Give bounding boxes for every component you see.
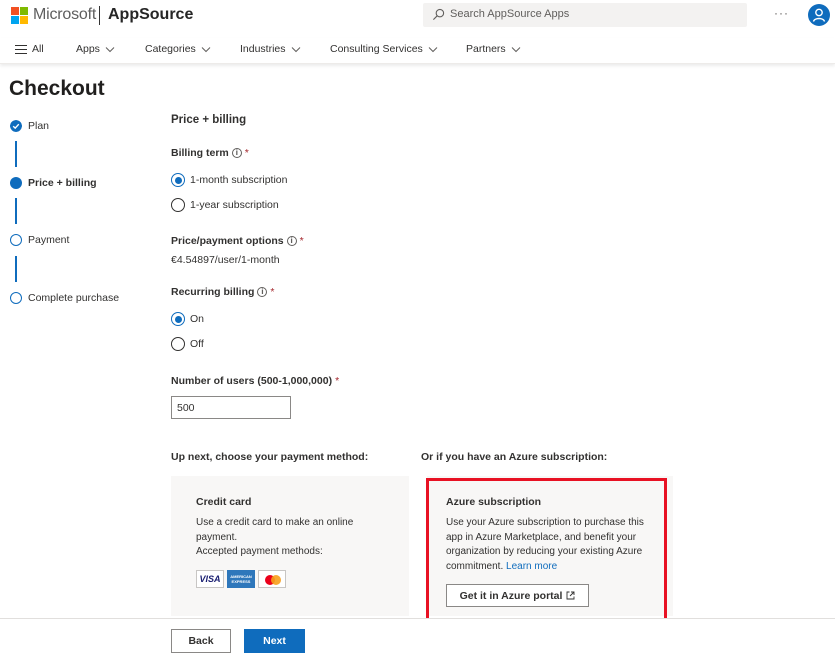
radio-unselected-icon[interactable] — [171, 198, 185, 212]
step-connector — [15, 256, 17, 282]
current-step-icon — [10, 177, 22, 189]
number-of-users-input[interactable] — [171, 396, 291, 419]
pending-step-icon — [10, 292, 22, 304]
payment-method-heading: Up next, choose your payment method: — [171, 451, 369, 463]
radio-selected-icon[interactable] — [171, 312, 185, 326]
step-plan: Plan — [10, 120, 49, 132]
nav-item-label: Partners — [466, 43, 506, 55]
next-button[interactable]: Next — [244, 629, 305, 653]
chevron-down-icon — [291, 46, 300, 52]
billing-term-label: Billing term i * — [171, 147, 249, 159]
radio-1-year[interactable]: 1-year subscription — [171, 198, 279, 212]
step-connector — [15, 198, 17, 224]
step-label: Payment — [28, 234, 70, 246]
azure-heading: Or if you have an Azure subscription: — [421, 451, 608, 463]
credit-card-desc: Use a credit card to make an online paym… — [196, 517, 354, 543]
nav-all-label: All — [32, 43, 44, 55]
footer-bar: Back Next — [0, 618, 835, 660]
main-nav: All Apps Categories Industries Consultin… — [0, 38, 835, 64]
radio-label: On — [190, 313, 205, 325]
price-options-label: Price/payment options i * — [171, 235, 304, 247]
info-icon[interactable]: i — [257, 287, 268, 297]
radio-recurring-off[interactable]: Off — [171, 337, 204, 351]
nav-item-partners[interactable]: Partners — [466, 43, 521, 55]
back-button[interactable]: Back — [171, 629, 231, 653]
nav-item-industries[interactable]: Industries — [240, 43, 301, 55]
person-icon — [812, 8, 826, 22]
credit-card-option[interactable]: Credit card Use a credit card to make an… — [171, 476, 409, 616]
nav-all-button[interactable]: All — [15, 43, 44, 55]
step-payment: Payment — [10, 234, 69, 246]
price-options-text: Price/payment options — [171, 235, 284, 247]
step-complete-purchase: Complete purchase — [10, 292, 119, 304]
amex-logo: AMERICAN EXPRESS — [227, 570, 255, 588]
step-label: Plan — [28, 120, 50, 132]
step-label: Price + billing — [28, 177, 97, 189]
chevron-down-icon — [428, 46, 438, 52]
checkmark-circle-icon — [10, 120, 22, 132]
radio-selected-icon[interactable] — [171, 173, 185, 187]
chevron-down-icon — [511, 46, 521, 52]
radio-label: 1-month subscription — [190, 174, 288, 186]
step-price-billing: Price + billing — [10, 177, 97, 189]
chevron-down-icon — [201, 46, 211, 52]
billing-term-text: Billing term — [171, 147, 229, 159]
nav-item-apps[interactable]: Apps — [76, 43, 115, 55]
nav-item-label: Consulting Services — [330, 43, 423, 55]
payment-logos: VISA AMERICAN EXPRESS — [196, 570, 286, 588]
brand-name[interactable]: Microsoft — [33, 6, 96, 24]
required-marker: * — [299, 235, 304, 247]
mastercard-logo — [258, 570, 286, 588]
card-description: Use a credit card to make an online paym… — [196, 516, 396, 560]
required-marker: * — [335, 375, 340, 387]
search-icon — [432, 8, 445, 21]
price-value: €4.54897/user/1-month — [171, 254, 280, 266]
page-title: Checkout — [9, 77, 105, 100]
nav-item-consulting-services[interactable]: Consulting Services — [330, 43, 438, 55]
section-title: Price + billing — [171, 114, 247, 126]
search-placeholder[interactable]: Search AppSource Apps — [450, 8, 569, 20]
radio-1-month[interactable]: 1-month subscription — [171, 173, 287, 187]
required-marker: * — [244, 147, 249, 159]
required-marker: * — [270, 286, 275, 298]
nav-item-label: Apps — [76, 43, 100, 55]
brand-divider — [99, 6, 100, 25]
hamburger-icon — [15, 44, 27, 54]
recurring-billing-label: Recurring billing i * — [171, 286, 275, 298]
radio-recurring-on[interactable]: On — [171, 312, 204, 326]
pending-step-icon — [10, 234, 22, 246]
highlight-box — [426, 478, 667, 623]
step-connector — [15, 141, 17, 167]
account-avatar[interactable] — [808, 4, 830, 26]
product-name[interactable]: AppSource — [108, 6, 193, 24]
step-label: Complete purchase — [28, 292, 120, 304]
top-header: Microsoft AppSource Search AppSource App… — [0, 0, 835, 32]
users-label: Number of users (500-1,000,000) * — [171, 375, 339, 387]
nav-item-label: Industries — [240, 43, 286, 55]
microsoft-logo[interactable] — [11, 7, 28, 24]
radio-label: Off — [190, 338, 204, 350]
card-title: Credit card — [196, 496, 252, 508]
radio-unselected-icon[interactable] — [171, 337, 185, 351]
more-options-button[interactable]: ··· — [774, 6, 789, 20]
accepted-methods-label: Accepted payment methods: — [196, 546, 323, 557]
users-label-text: Number of users (500-1,000,000) — [171, 375, 333, 387]
radio-label: 1-year subscription — [190, 199, 279, 211]
visa-logo: VISA — [196, 570, 224, 588]
nav-item-categories[interactable]: Categories — [145, 43, 211, 55]
search-box[interactable]: Search AppSource Apps — [423, 3, 747, 27]
recurring-billing-text: Recurring billing — [171, 286, 255, 298]
chevron-down-icon — [105, 46, 115, 52]
nav-item-label: Categories — [145, 43, 196, 55]
info-icon[interactable]: i — [231, 148, 242, 158]
info-icon[interactable]: i — [286, 236, 297, 246]
